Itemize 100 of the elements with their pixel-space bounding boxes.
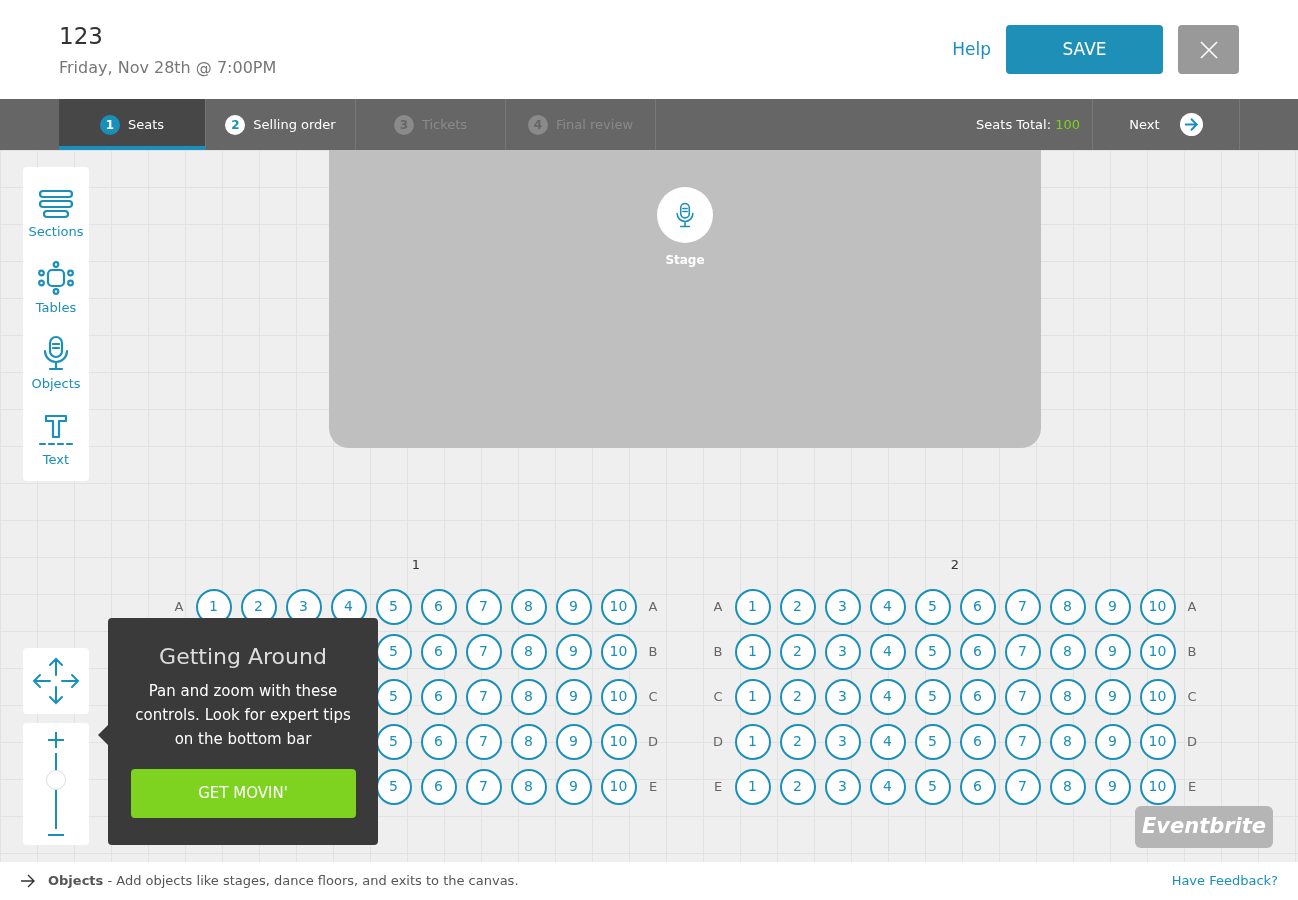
seat[interactable]: 6	[959, 588, 996, 625]
zoom-out-icon	[47, 833, 65, 837]
seat[interactable]: 6	[959, 633, 996, 670]
zoom-control[interactable]	[23, 723, 89, 845]
seat[interactable]: 5	[914, 723, 951, 760]
seat[interactable]: 2	[779, 588, 816, 625]
seat[interactable]: 10	[600, 633, 637, 670]
row-label: A	[174, 597, 184, 616]
seat[interactable]: 4	[869, 678, 906, 715]
seat[interactable]: 3	[824, 588, 861, 625]
seat[interactable]: 8	[1049, 633, 1086, 670]
seat[interactable]: 1	[734, 723, 771, 760]
seat[interactable]: 6	[420, 588, 457, 625]
row-label: E	[1187, 777, 1197, 796]
seat[interactable]: 8	[510, 588, 547, 625]
seat[interactable]: 8	[1049, 768, 1086, 805]
seat[interactable]: 7	[1004, 588, 1041, 625]
tool-button[interactable]: Objects	[31, 331, 81, 393]
seat[interactable]: 10	[1139, 588, 1176, 625]
seat[interactable]: 4	[869, 588, 906, 625]
seat[interactable]: 9	[1094, 588, 1131, 625]
seat[interactable]: 10	[1139, 678, 1176, 715]
seat[interactable]: 9	[1094, 678, 1131, 715]
seat[interactable]: 3	[824, 633, 861, 670]
seat[interactable]: 5	[375, 588, 412, 625]
seat[interactable]: 6	[959, 768, 996, 805]
brand-badge: Eventbrite	[1135, 806, 1273, 848]
seat[interactable]: 10	[600, 768, 637, 805]
seat[interactable]: 5	[914, 678, 951, 715]
pan-control[interactable]	[23, 648, 89, 714]
help-link[interactable]: Help	[952, 36, 991, 63]
close-button[interactable]	[1178, 25, 1239, 74]
seat[interactable]: 1	[734, 588, 771, 625]
seat[interactable]: 7	[1004, 633, 1041, 670]
seat[interactable]: 7	[465, 723, 502, 760]
event-title: 123	[59, 21, 104, 51]
seat[interactable]: 9	[555, 633, 592, 670]
seat[interactable]: 8	[510, 768, 547, 805]
seat[interactable]: 7	[465, 678, 502, 715]
seat[interactable]: 6	[420, 768, 457, 805]
seat[interactable]: 9	[1094, 768, 1131, 805]
seat[interactable]: 4	[869, 768, 906, 805]
seat[interactable]: 2	[779, 768, 816, 805]
seat[interactable]: 2	[779, 678, 816, 715]
seat[interactable]: 9	[555, 588, 592, 625]
step-tab[interactable]: 1 Seats	[59, 99, 206, 150]
seat[interactable]: 10	[1139, 723, 1176, 760]
seat[interactable]: 10	[600, 678, 637, 715]
tool-button[interactable]: Sections	[28, 179, 84, 241]
seat[interactable]: 1	[734, 633, 771, 670]
microphone-icon	[675, 201, 695, 229]
seat[interactable]: 10	[1139, 768, 1176, 805]
table-icon	[38, 260, 74, 295]
seat[interactable]: 9	[1094, 633, 1131, 670]
seat[interactable]: 8	[1049, 723, 1086, 760]
seat[interactable]: 2	[779, 633, 816, 670]
zoom-slider-track[interactable]	[46, 753, 66, 829]
save-button[interactable]: SAVE	[1006, 25, 1163, 74]
seat[interactable]: 9	[555, 768, 592, 805]
seat[interactable]: 7	[1004, 678, 1041, 715]
seat[interactable]: 8	[1049, 678, 1086, 715]
seat[interactable]: 3	[824, 768, 861, 805]
row-label: A	[1187, 597, 1197, 616]
seat[interactable]: 7	[465, 633, 502, 670]
tool-button[interactable]: Text	[38, 407, 74, 469]
seat[interactable]: 6	[420, 678, 457, 715]
seat[interactable]: 9	[555, 723, 592, 760]
event-date: Friday, Nov 28th @ 7:00PM	[59, 56, 278, 79]
seat[interactable]: 10	[1139, 633, 1176, 670]
seat[interactable]: 4	[869, 723, 906, 760]
seat[interactable]: 3	[824, 723, 861, 760]
seat[interactable]: 1	[734, 768, 771, 805]
seat[interactable]: 2	[779, 723, 816, 760]
seat[interactable]: 10	[600, 723, 637, 760]
seat[interactable]: 7	[465, 588, 502, 625]
seat[interactable]: 9	[1094, 723, 1131, 760]
seat[interactable]: 6	[959, 678, 996, 715]
seat[interactable]: 4	[869, 633, 906, 670]
seat[interactable]: 7	[465, 768, 502, 805]
seat[interactable]: 8	[510, 723, 547, 760]
seat[interactable]: 8	[510, 633, 547, 670]
seat[interactable]: 7	[1004, 723, 1041, 760]
seat[interactable]: 1	[734, 678, 771, 715]
feedback-link[interactable]: Have Feedback?	[1171, 871, 1278, 891]
tool-button[interactable]: Tables	[35, 255, 77, 317]
seat[interactable]: 6	[420, 633, 457, 670]
seat[interactable]: 3	[824, 678, 861, 715]
seat[interactable]: 8	[510, 678, 547, 715]
seat[interactable]: 10	[600, 588, 637, 625]
row-label: C	[713, 687, 723, 706]
seat[interactable]: 6	[959, 723, 996, 760]
seat[interactable]: 6	[420, 723, 457, 760]
seat[interactable]: 5	[914, 633, 951, 670]
seat[interactable]: 7	[1004, 768, 1041, 805]
seat[interactable]: 5	[914, 768, 951, 805]
zoom-in-icon	[47, 731, 65, 749]
seat[interactable]: 5	[914, 588, 951, 625]
seat[interactable]: 8	[1049, 588, 1086, 625]
zoom-slider-thumb[interactable]	[46, 769, 66, 790]
seat[interactable]: 9	[555, 678, 592, 715]
